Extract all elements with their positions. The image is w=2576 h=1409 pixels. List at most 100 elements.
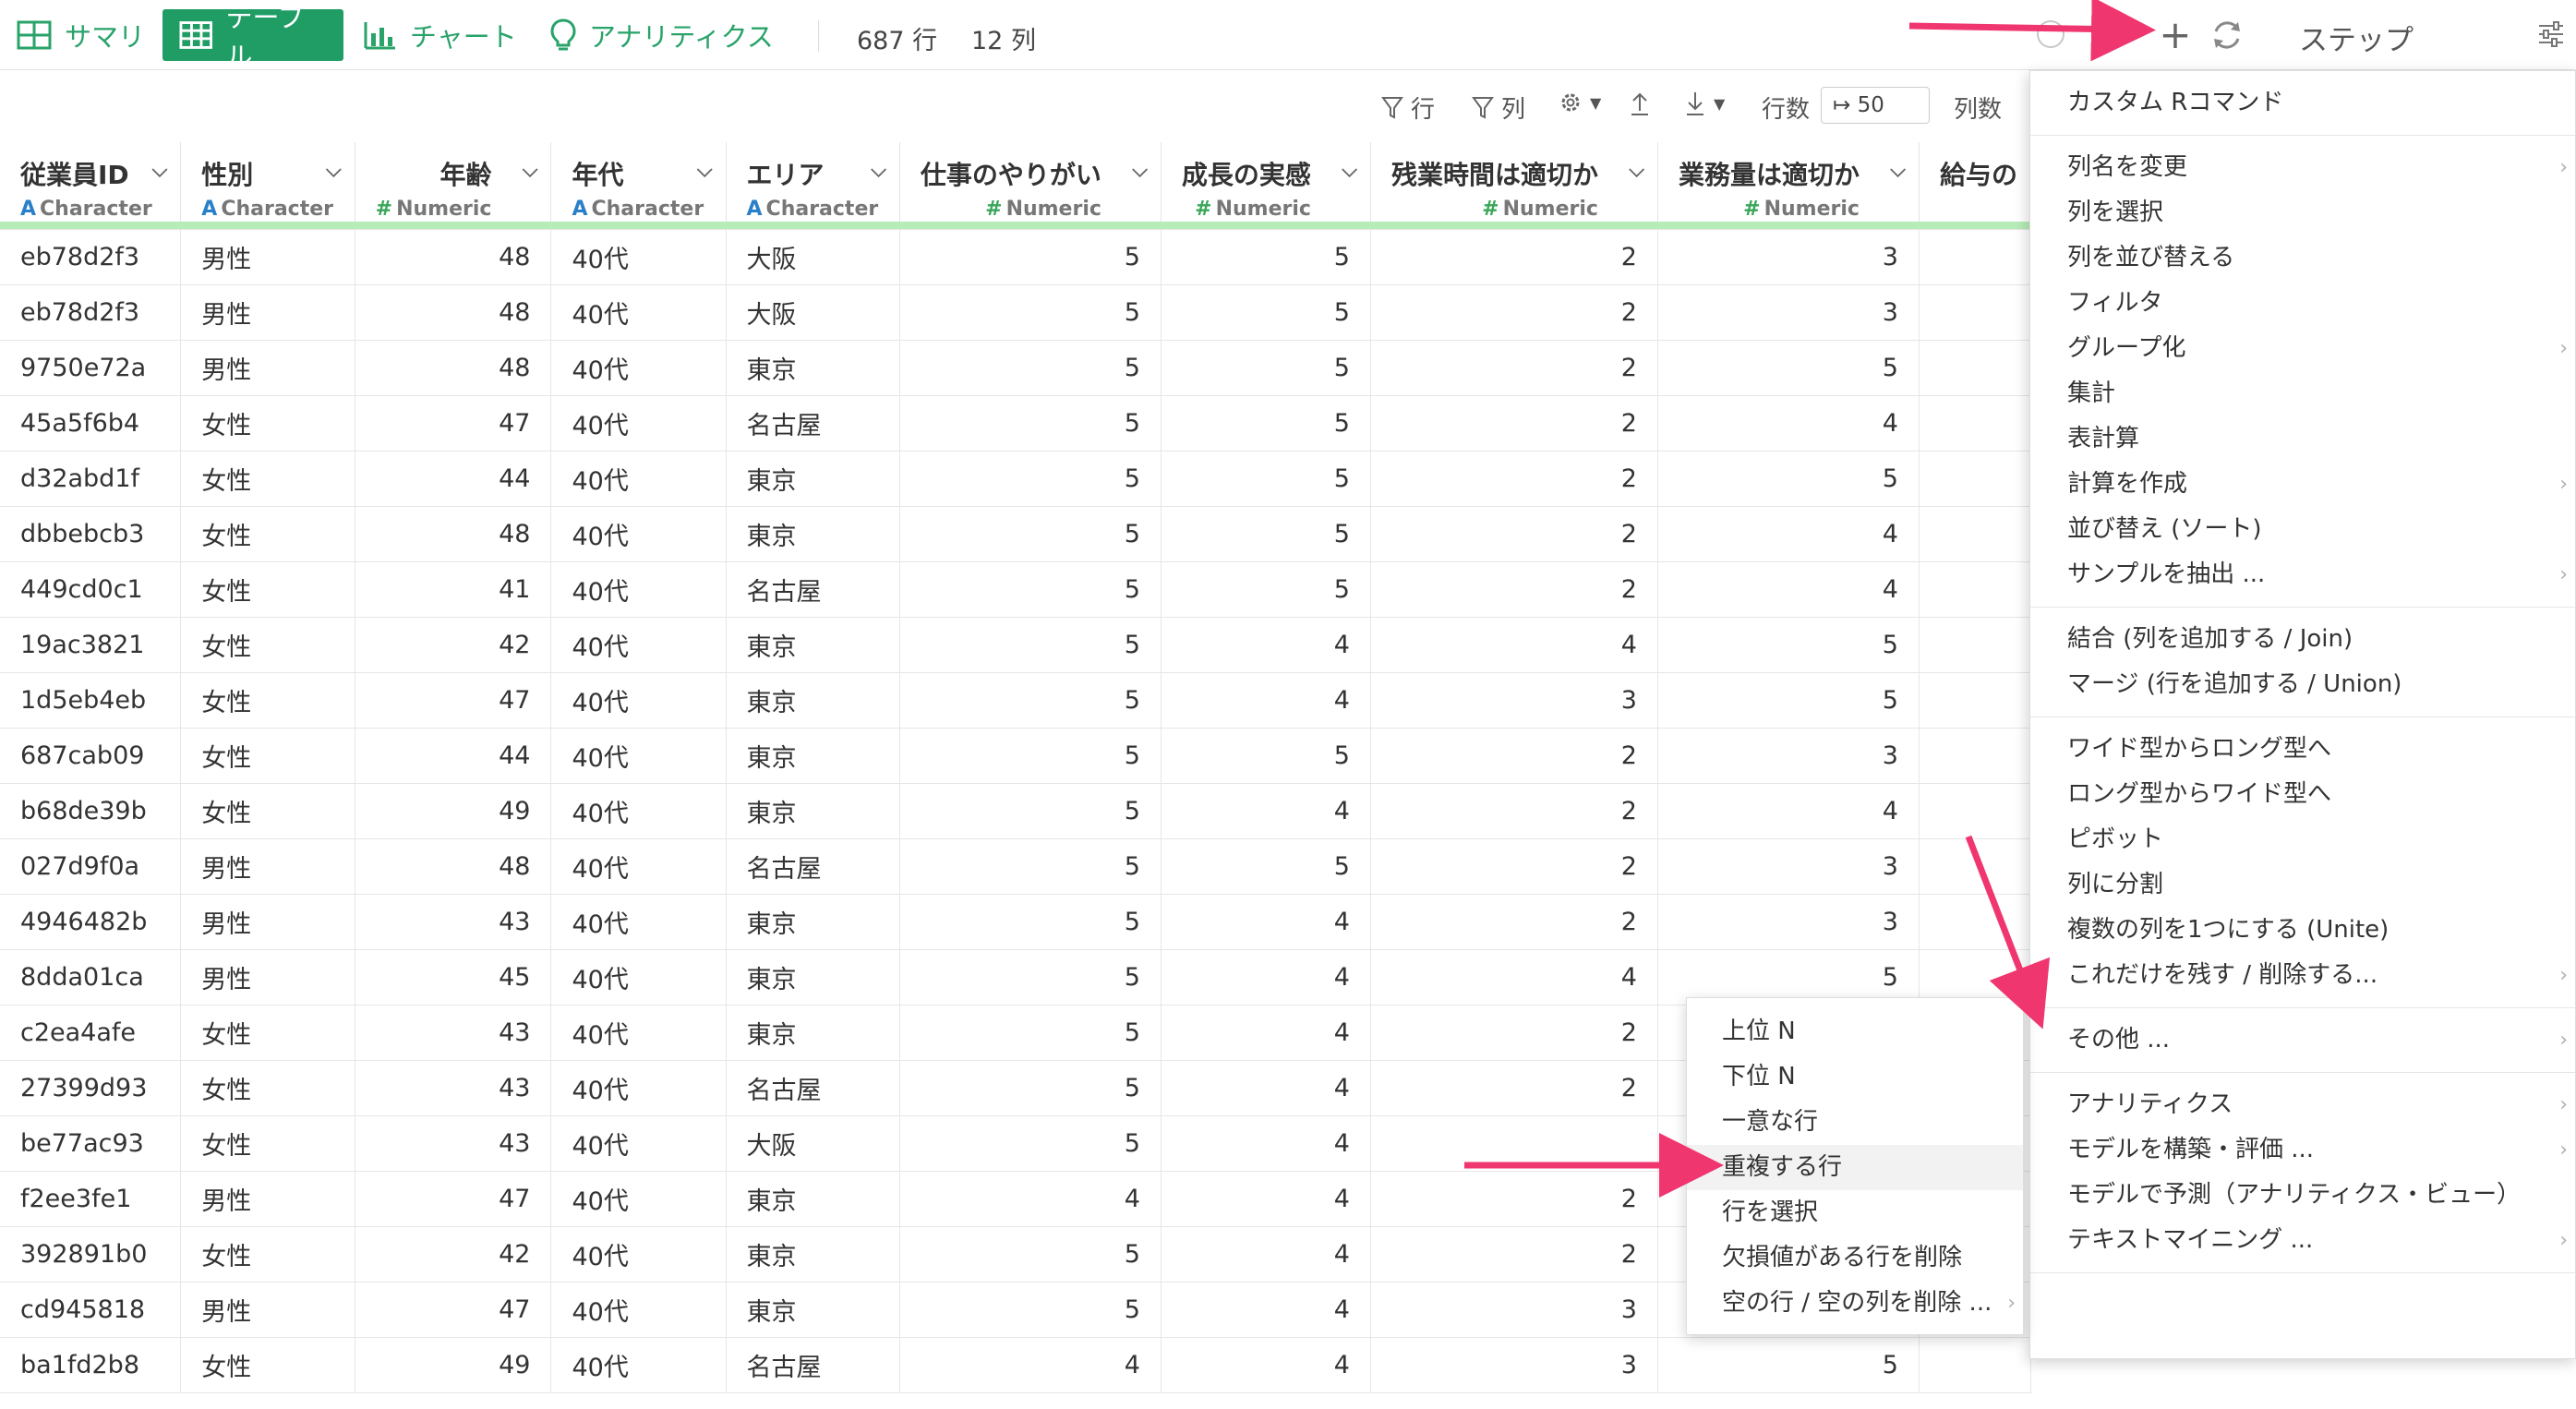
table-cell[interactable]: 5 (899, 1115, 1162, 1172)
table-cell[interactable]: 5 (1161, 838, 1371, 895)
table-cell[interactable]: 5 (899, 783, 1162, 839)
table-cell[interactable] (1919, 506, 2031, 562)
table-row[interactable]: ba1fd2b8 女性 49 40代 名古屋 4 4 3 5 (0, 1337, 2031, 1393)
column-header[interactable]: 業務量は適切か # Numeric ⌵ (1657, 142, 1920, 222)
table-cell[interactable]: 5 (899, 1060, 1162, 1116)
table-cell[interactable]: 4 (1161, 1060, 1371, 1116)
submenu-item[interactable]: 一意な行 (1687, 1100, 2023, 1145)
table-cell[interactable]: 名古屋 (726, 395, 900, 452)
table-row[interactable]: d32abd1f 女性 44 40代 東京 5 5 2 5 (0, 451, 2031, 507)
table-row[interactable]: 9750e72a 男性 48 40代 東京 5 5 2 5 (0, 340, 2031, 396)
table-row[interactable]: 8dda01ca 男性 45 40代 東京 5 4 4 5 (0, 949, 2031, 1006)
menu-item[interactable]: サンプルを抽出 ... › (2030, 552, 2575, 597)
upload-icon[interactable] (1629, 90, 1651, 116)
submenu-item[interactable]: 欠損値がある行を削除 (1687, 1235, 2023, 1281)
table-cell[interactable]: 2 (1370, 340, 1658, 396)
table-cell[interactable]: 5 (899, 894, 1162, 950)
table-cell[interactable]: 40代 (550, 617, 727, 673)
table-cell[interactable]: 女性 (180, 1005, 355, 1061)
submenu-item[interactable]: 行を選択 (1687, 1190, 2023, 1235)
table-cell[interactable]: 2 (1370, 1226, 1658, 1283)
table-row[interactable]: 45a5f6b4 女性 47 40代 名古屋 5 5 2 4 (0, 395, 2031, 452)
filter-rows-button[interactable]: 行 (1381, 90, 1435, 125)
table-cell[interactable]: 3 (1657, 728, 1920, 784)
table-cell[interactable]: 4 (1161, 1226, 1371, 1283)
menu-item[interactable]: 列を選択 (2030, 190, 2575, 235)
table-cell[interactable]: 男性 (180, 229, 355, 285)
table-cell[interactable]: 4 (1161, 617, 1371, 673)
column-header[interactable]: 年代 A Character ⌵ (550, 142, 727, 222)
table-cell[interactable]: 4 (1657, 783, 1920, 839)
table-cell[interactable]: 4 (899, 1171, 1162, 1227)
table-cell[interactable]: 42 (355, 617, 552, 673)
table-cell[interactable]: 687cab09 (0, 728, 182, 784)
chevron-down-icon[interactable]: ⌵ (1890, 159, 1906, 182)
table-cell[interactable]: 名古屋 (726, 1060, 900, 1116)
table-cell[interactable]: 2 (1370, 506, 1658, 562)
table-cell[interactable]: 大阪 (726, 1115, 900, 1172)
table-cell[interactable]: 女性 (180, 1115, 355, 1172)
table-cell[interactable]: 東京 (726, 672, 900, 729)
table-cell[interactable]: 2 (1370, 838, 1658, 895)
table-cell[interactable]: 3 (1370, 1337, 1658, 1393)
table-cell[interactable]: 東京 (726, 894, 900, 950)
table-cell[interactable]: 2 (1370, 894, 1658, 950)
table-cell[interactable]: 5 (1161, 506, 1371, 562)
column-header[interactable]: 残業時間は適切か # Numeric ⌵ (1370, 142, 1658, 222)
sliders-icon[interactable] (2537, 20, 2565, 48)
table-cell[interactable]: 2 (1370, 561, 1658, 618)
submenu-item[interactable]: 空の行 / 空の列を削除 ... › (1687, 1281, 2023, 1326)
table-cell[interactable]: 4 (1161, 894, 1371, 950)
table-cell[interactable]: 5 (899, 1282, 1162, 1338)
table-cell[interactable]: 2 (1370, 728, 1658, 784)
table-cell[interactable]: 2 (1370, 229, 1658, 285)
table-cell[interactable]: 女性 (180, 728, 355, 784)
table-cell[interactable]: 東京 (726, 451, 900, 507)
submenu-item[interactable]: 重複する行 (1687, 1145, 2023, 1190)
table-cell[interactable]: 40代 (550, 672, 727, 729)
table-cell[interactable]: 1d5eb4eb (0, 672, 182, 729)
table-cell[interactable] (1919, 284, 2031, 341)
table-cell[interactable]: 449cd0c1 (0, 561, 182, 618)
table-cell[interactable]: 東京 (726, 1226, 900, 1283)
table-cell[interactable]: 44 (355, 728, 552, 784)
column-header[interactable]: 成長の実感 # Numeric ⌵ (1161, 142, 1371, 222)
table-cell[interactable]: eb78d2f3 (0, 229, 182, 285)
menu-item[interactable]: その他 ... › (2030, 1018, 2575, 1063)
table-cell[interactable]: 40代 (550, 728, 727, 784)
menu-item[interactable]: 列に分割 (2030, 862, 2575, 908)
table-cell[interactable]: 40代 (550, 1337, 727, 1393)
table-cell[interactable]: 4 (1161, 783, 1371, 839)
table-row[interactable]: 687cab09 女性 44 40代 東京 5 5 2 3 (0, 728, 2031, 784)
table-cell[interactable]: 027d9f0a (0, 838, 182, 895)
tab-analytics[interactable]: アナリティクス (534, 9, 790, 61)
chevron-down-icon[interactable]: ⌵ (152, 159, 168, 182)
table-cell[interactable] (1919, 451, 2031, 507)
menu-item[interactable]: フィルタ (2030, 281, 2575, 326)
table-cell[interactable]: 4 (1657, 561, 1920, 618)
table-cell[interactable]: 5 (899, 284, 1162, 341)
table-cell[interactable]: 9750e72a (0, 340, 182, 396)
table-cell[interactable]: 東京 (726, 1171, 900, 1227)
table-cell[interactable]: 女性 (180, 1060, 355, 1116)
table-cell[interactable]: 47 (355, 395, 552, 452)
table-cell[interactable]: 44 (355, 451, 552, 507)
table-cell[interactable]: 49 (355, 1337, 552, 1393)
table-cell[interactable]: 男性 (180, 284, 355, 341)
table-cell[interactable] (1919, 838, 2031, 895)
submenu-item[interactable]: 上位 N (1687, 1009, 2023, 1054)
table-cell[interactable]: 男性 (180, 1282, 355, 1338)
table-cell[interactable]: 40代 (550, 451, 727, 507)
menu-item[interactable]: 計算を作成 › (2030, 462, 2575, 507)
chevron-down-icon[interactable]: ⌵ (1132, 159, 1148, 182)
table-cell[interactable]: 東京 (726, 949, 900, 1006)
table-cell[interactable]: 5 (899, 949, 1162, 1006)
menu-item[interactable]: カスタム Rコマンド (2030, 80, 2575, 126)
table-cell[interactable]: 女性 (180, 395, 355, 452)
table-cell[interactable]: 5 (1161, 284, 1371, 341)
table-cell[interactable]: 47 (355, 672, 552, 729)
table-cell[interactable]: 40代 (550, 395, 727, 452)
table-cell[interactable]: 5 (1161, 728, 1371, 784)
table-cell[interactable]: 3 (1370, 672, 1658, 729)
table-cell[interactable]: 大阪 (726, 229, 900, 285)
